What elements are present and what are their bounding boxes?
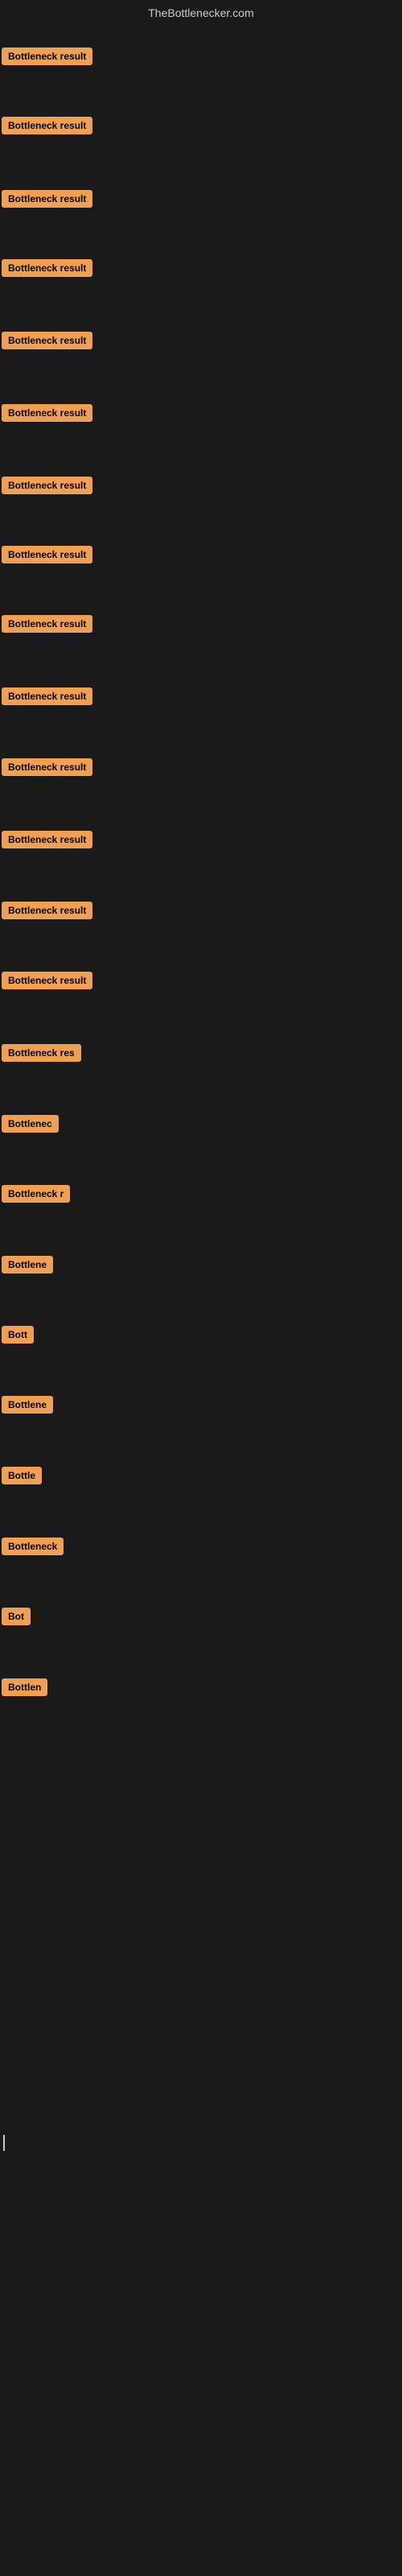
result-row-13: Bottleneck result bbox=[2, 902, 92, 923]
result-row-19: Bott bbox=[2, 1326, 34, 1348]
bottleneck-badge-7: Bottleneck result bbox=[2, 477, 92, 494]
result-row-22: Bottleneck bbox=[2, 1538, 64, 1559]
result-row-20: Bottlene bbox=[2, 1396, 53, 1418]
bottleneck-badge-17: Bottleneck r bbox=[2, 1185, 70, 1203]
result-row-2: Bottleneck result bbox=[2, 117, 92, 138]
result-row-1: Bottleneck result bbox=[2, 47, 92, 69]
result-row-3: Bottleneck result bbox=[2, 190, 92, 212]
bottleneck-badge-4: Bottleneck result bbox=[2, 259, 92, 277]
result-row-21: Bottle bbox=[2, 1467, 42, 1488]
bottleneck-badge-3: Bottleneck result bbox=[2, 190, 92, 208]
result-row-18: Bottlene bbox=[2, 1256, 53, 1278]
bottleneck-badge-8: Bottleneck result bbox=[2, 546, 92, 564]
bottleneck-badge-5: Bottleneck result bbox=[2, 332, 92, 349]
bottleneck-badge-1: Bottleneck result bbox=[2, 47, 92, 65]
bottleneck-badge-15: Bottleneck res bbox=[2, 1044, 81, 1062]
result-row-8: Bottleneck result bbox=[2, 546, 92, 568]
result-row-5: Bottleneck result bbox=[2, 332, 92, 353]
result-row-12: Bottleneck result bbox=[2, 831, 92, 852]
bottleneck-badge-14: Bottleneck result bbox=[2, 972, 92, 989]
bottleneck-badge-21: Bottle bbox=[2, 1467, 42, 1484]
result-row-24: Bottlen bbox=[2, 1678, 47, 1700]
result-row-15: Bottleneck res bbox=[2, 1044, 81, 1066]
bottleneck-badge-11: Bottleneck result bbox=[2, 758, 92, 776]
site-title: TheBottlenecker.com bbox=[0, 0, 402, 26]
bottleneck-badge-23: Bot bbox=[2, 1608, 31, 1625]
bottleneck-badge-12: Bottleneck result bbox=[2, 831, 92, 848]
bottleneck-badge-24: Bottlen bbox=[2, 1678, 47, 1696]
bottleneck-badge-6: Bottleneck result bbox=[2, 404, 92, 422]
result-row-23: Bot bbox=[2, 1608, 31, 1629]
result-row-7: Bottleneck result bbox=[2, 477, 92, 498]
cursor-line bbox=[3, 2135, 5, 2151]
bottleneck-badge-9: Bottleneck result bbox=[2, 615, 92, 633]
result-row-10: Bottleneck result bbox=[2, 687, 92, 709]
result-row-4: Bottleneck result bbox=[2, 259, 92, 281]
bottleneck-badge-18: Bottlene bbox=[2, 1256, 53, 1274]
bottleneck-badge-2: Bottleneck result bbox=[2, 117, 92, 134]
result-row-9: Bottleneck result bbox=[2, 615, 92, 637]
result-row-11: Bottleneck result bbox=[2, 758, 92, 780]
bottleneck-badge-10: Bottleneck result bbox=[2, 687, 92, 705]
result-row-17: Bottleneck r bbox=[2, 1185, 70, 1207]
bottleneck-badge-22: Bottleneck bbox=[2, 1538, 64, 1555]
result-row-16: Bottlenec bbox=[2, 1115, 59, 1137]
bottleneck-badge-19: Bott bbox=[2, 1326, 34, 1344]
bottleneck-badge-13: Bottleneck result bbox=[2, 902, 92, 919]
result-row-14: Bottleneck result bbox=[2, 972, 92, 993]
bottleneck-badge-20: Bottlene bbox=[2, 1396, 53, 1414]
result-row-6: Bottleneck result bbox=[2, 404, 92, 426]
bottleneck-badge-16: Bottlenec bbox=[2, 1115, 59, 1133]
